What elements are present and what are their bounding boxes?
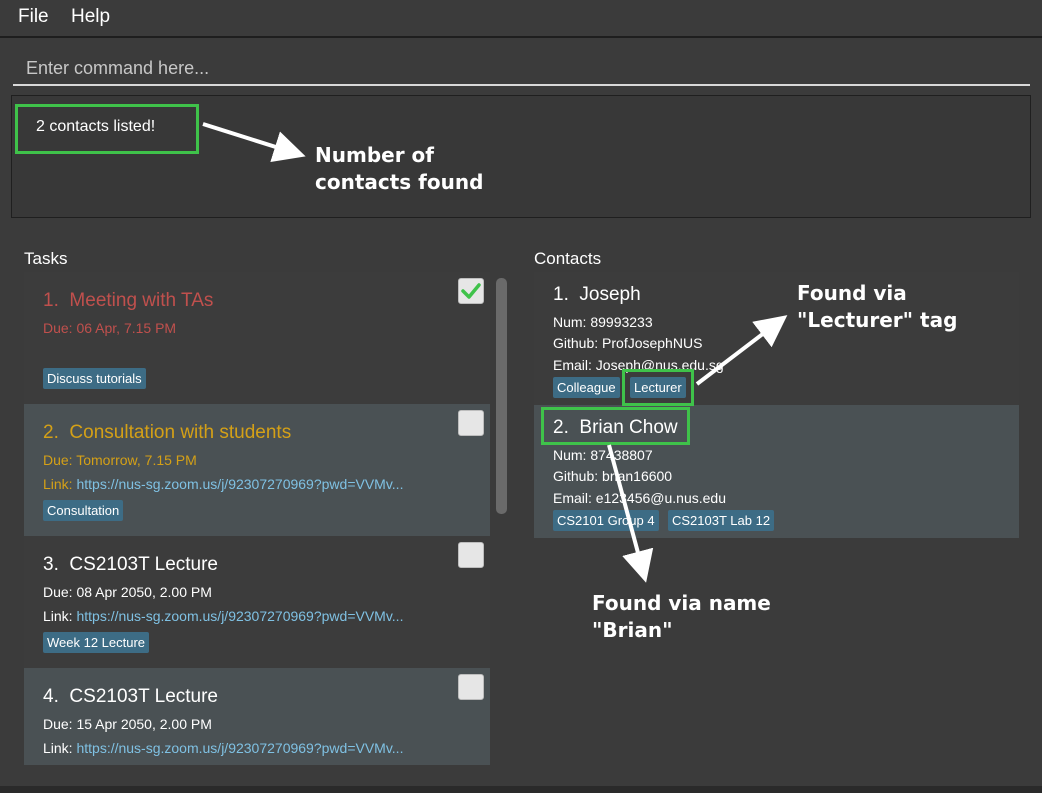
task-list[interactable]: 1. Meeting with TAs Due: 06 Apr, 7.15 PM…: [24, 272, 490, 765]
contact-github: Github: brian16600: [553, 468, 673, 484]
task-link-row: Link: https://nus-sg.zoom.us/j/923072709…: [43, 476, 403, 492]
contact-num: Num: 89993233: [553, 314, 653, 330]
task-tag: Consultation: [43, 500, 124, 521]
contacts-label: Contacts: [534, 249, 602, 268]
task-done-checkbox[interactable]: [458, 542, 484, 568]
task-card[interactable]: 1. Meeting with TAs Due: 06 Apr, 7.15 PM…: [24, 272, 490, 404]
task-card[interactable]: 4. CS2103T Lecture Due: 15 Apr 2050, 2.0…: [24, 668, 490, 765]
task-title: 3. CS2103T Lecture: [43, 554, 218, 576]
result-message: 2 contacts listed!: [36, 118, 156, 135]
task-index: 1.: [43, 290, 59, 311]
task-link[interactable]: https://nus-sg.zoom.us/j/92307270969?pwd…: [76, 740, 403, 756]
annotation-count-line2: contacts found: [315, 170, 484, 194]
annotation-tag-line2: "Lecturer" tag: [797, 308, 958, 332]
task-due: Due: 15 Apr 2050, 2.00 PM: [43, 716, 212, 732]
task-due: Due: 08 Apr 2050, 2.00 PM: [43, 584, 212, 600]
contact-email: Email: Joseph@nus.edu.sg: [553, 357, 724, 373]
contact-tag: CS2101 Group 4: [553, 510, 659, 531]
contact-tag: Colleague: [553, 377, 620, 398]
contact-name: 1. Joseph: [553, 284, 641, 306]
task-tag: Discuss tutorials: [43, 368, 146, 389]
annotation-tag-line1: Found via: [797, 281, 907, 305]
task-card[interactable]: 3. CS2103T Lecture Due: 08 Apr 2050, 2.0…: [24, 536, 490, 668]
contact-tag: Lecturer: [630, 377, 686, 398]
contact-email: Email: e123456@u.nus.edu: [553, 490, 726, 506]
command-box: [13, 52, 1030, 86]
task-done-checkbox[interactable]: [458, 278, 484, 304]
status-bar: [0, 786, 1042, 793]
annotation-name: Found via name "Brian": [592, 590, 771, 644]
task-link-label: Link:: [43, 608, 73, 624]
task-due: Due: 06 Apr, 7.15 PM: [43, 320, 177, 336]
task-title-text: Meeting with TAs: [69, 290, 214, 311]
task-title: 2. Consultation with students: [43, 422, 291, 444]
contact-index: 1.: [553, 284, 569, 305]
task-tag: Week 12 Lecture: [43, 632, 150, 653]
task-link-label: Link:: [43, 476, 73, 492]
contact-name-text: Joseph: [579, 284, 641, 305]
task-title: 1. Meeting with TAs: [43, 290, 213, 312]
task-done-checkbox[interactable]: [458, 674, 484, 700]
task-title: 4. CS2103T Lecture: [43, 686, 218, 708]
checkmark-icon: [461, 283, 481, 299]
annotation-name-line1: Found via name: [592, 591, 771, 615]
contact-name: 2. Brian Chow: [553, 417, 678, 439]
command-input[interactable]: [13, 52, 1030, 84]
task-link-row: Link: https://nus-sg.zoom.us/j/923072709…: [43, 608, 403, 624]
contact-github: Github: ProfJosephNUS: [553, 335, 703, 351]
contact-tag: CS2103T Lab 12: [668, 510, 775, 531]
annotation-count: Number of contacts found: [315, 142, 483, 196]
task-title-text: CS2103T Lecture: [69, 554, 218, 575]
annotation-count-line1: Number of: [315, 143, 434, 167]
contact-card[interactable]: 2. Brian Chow Num: 87438807 Github: bria…: [534, 405, 1019, 538]
task-link[interactable]: https://nus-sg.zoom.us/j/92307270969?pwd…: [76, 608, 403, 624]
task-due: Due: Tomorrow, 7.15 PM: [43, 452, 197, 468]
tasks-label: Tasks: [24, 249, 68, 268]
task-link-row: Link: https://nus-sg.zoom.us/j/923072709…: [43, 740, 403, 756]
task-index: 2.: [43, 422, 59, 443]
task-title-text: Consultation with students: [69, 422, 292, 443]
contact-num: Num: 87438807: [553, 447, 653, 463]
task-card[interactable]: 2. Consultation with students Due: Tomor…: [24, 404, 490, 536]
task-list-scrollbar[interactable]: [496, 278, 507, 514]
contact-index: 2.: [553, 417, 569, 438]
menu-bar: File Help: [0, 0, 1042, 38]
contact-name-text: Brian Chow: [579, 417, 678, 438]
task-title-text: CS2103T Lecture: [69, 686, 218, 707]
task-link[interactable]: https://nus-sg.zoom.us/j/92307270969?pwd…: [76, 476, 403, 492]
result-display: 2 contacts listed!: [11, 95, 1031, 218]
menu-file[interactable]: File: [18, 6, 49, 28]
task-link-label: Link:: [43, 740, 73, 756]
task-index: 4.: [43, 686, 59, 707]
annotation-name-line2: "Brian": [592, 618, 673, 642]
annotation-tag: Found via "Lecturer" tag: [797, 280, 957, 334]
menu-help[interactable]: Help: [71, 6, 110, 28]
task-done-checkbox[interactable]: [458, 410, 484, 436]
task-index: 3.: [43, 554, 59, 575]
